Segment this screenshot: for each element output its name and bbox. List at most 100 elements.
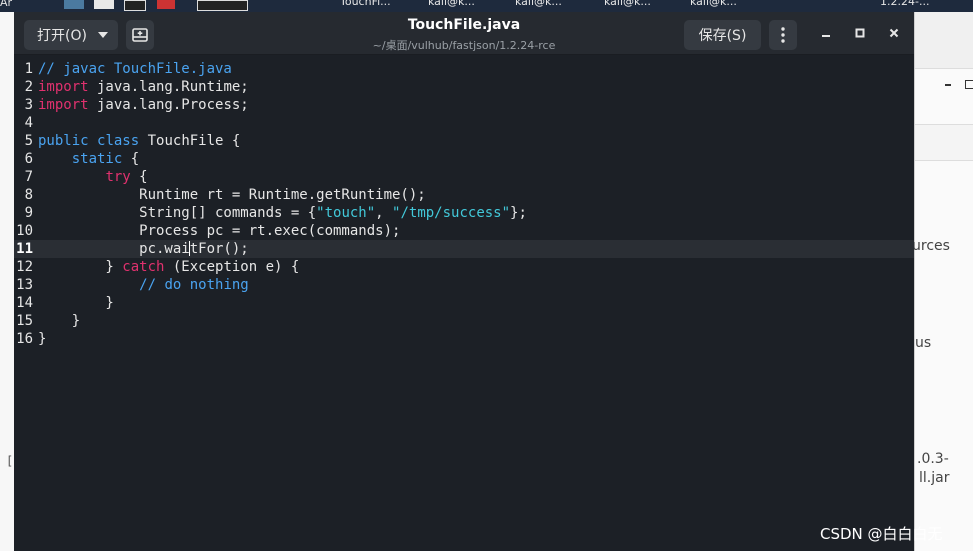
taskbar-active-window-icon[interactable] — [197, 0, 248, 11]
code-token: // javac TouchFile.java — [38, 61, 232, 77]
code-text[interactable]: Runtime rt = Runtime.getRuntime(); — [38, 186, 426, 204]
line-number: 5 — [24, 133, 33, 149]
code-text[interactable]: // do nothing — [38, 276, 249, 294]
code-text[interactable]: // javac TouchFile.java — [38, 60, 232, 78]
code-token: static — [71, 151, 123, 167]
code-text[interactable]: } catch (Exception e) { — [38, 258, 299, 276]
code-line[interactable]: 1 // javac TouchFile.java — [14, 60, 914, 78]
line-number: 16 — [16, 331, 33, 347]
code-token: Runtime rt = Runtime.getRuntime(); — [38, 187, 426, 203]
line-number: 1 — [24, 61, 33, 77]
code-line[interactable]: 6 static { — [14, 150, 914, 168]
taskbar-window-item[interactable]: kali@k... — [515, 0, 562, 12]
code-text[interactable]: pc.waitFor(); — [38, 240, 249, 258]
code-token: import — [38, 79, 89, 95]
taskbar-launcher-icon[interactable] — [124, 0, 146, 11]
code-text[interactable]: try { — [38, 168, 148, 186]
code-line[interactable]: 15 } — [14, 312, 914, 330]
code-editor-area[interactable]: 1 // javac TouchFile.java 2 import java.lan… — [14, 54, 914, 551]
background-text-fragment: .0.3- — [917, 451, 949, 467]
maximize-icon — [855, 28, 865, 38]
code-token: TouchFile { — [139, 133, 241, 149]
code-token: pc.wai — [38, 241, 190, 257]
code-line[interactable]: 3 import java.lang.Process; — [14, 96, 914, 114]
line-number: 15 — [16, 313, 33, 329]
code-token: java.lang.Runtime; — [88, 79, 249, 95]
line-number: 10 — [16, 223, 33, 239]
taskbar-window-item[interactable]: TouchFi... — [340, 0, 391, 12]
code-line[interactable]: 5 public class TouchFile { — [14, 132, 914, 150]
taskbar-window-item[interactable]: 1.2.24-... — [880, 0, 929, 12]
code-text[interactable]: Process pc = rt.exec(commands); — [38, 222, 400, 240]
code-token: { — [122, 151, 140, 167]
line-number: 7 — [24, 169, 33, 185]
taskbar-app-label[interactable]: Ar — [0, 0, 12, 12]
code-token: } — [38, 313, 81, 329]
code-token: , — [375, 205, 393, 221]
save-button[interactable]: 保存(S) — [684, 20, 761, 50]
main-menu-button[interactable] — [769, 20, 797, 50]
code-line[interactable]: 9 String[] commands = {"touch", "/tmp/su… — [14, 204, 914, 222]
minimize-icon[interactable] — [945, 84, 951, 86]
code-token: (Exception e) { — [164, 259, 300, 275]
new-tab-icon — [132, 28, 148, 42]
taskbar-window-item[interactable]: kali@k... — [690, 0, 737, 12]
code-token: } — [38, 259, 123, 275]
close-button[interactable] — [885, 24, 903, 42]
code-token: { — [130, 169, 148, 185]
line-number: 12 — [16, 259, 33, 275]
line-number: 9 — [24, 205, 33, 221]
taskbar-window-item[interactable]: kali@k... — [428, 0, 475, 12]
code-line[interactable]: 8 Runtime rt = Runtime.getRuntime(); — [14, 186, 914, 204]
line-number: 2 — [24, 79, 33, 95]
code-line[interactable]: 13 // do nothing — [14, 276, 914, 294]
taskbar-launcher-icon[interactable] — [157, 0, 175, 9]
code-text[interactable]: } — [38, 294, 114, 312]
background-window-left: [ — [0, 12, 14, 551]
code-token: try — [105, 169, 131, 185]
code-line[interactable]: 12 } catch (Exception e) { — [14, 258, 914, 276]
maximize-button[interactable] — [851, 24, 869, 42]
code-text[interactable]: } — [38, 330, 46, 348]
code-line[interactable]: 2 import java.lang.Runtime; — [14, 78, 914, 96]
minimize-button[interactable] — [817, 24, 835, 42]
code-line[interactable]: 14 } — [14, 294, 914, 312]
code-token: Process pc = rt.exec(commands); — [38, 223, 401, 239]
code-line[interactable]: 10 Process pc = rt.exec(commands); — [14, 222, 914, 240]
code-token: // do nothing — [139, 277, 249, 293]
minimize-icon — [822, 35, 830, 37]
code-token: import — [38, 97, 89, 113]
code-text[interactable]: import java.lang.Process; — [38, 96, 249, 114]
maximize-icon[interactable] — [965, 80, 973, 89]
code-text[interactable]: import java.lang.Runtime; — [38, 78, 249, 96]
code-token: String[] commands = { — [38, 205, 317, 221]
code-token: } — [38, 295, 114, 311]
new-document-button[interactable] — [126, 20, 154, 50]
code-text[interactable]: String[] commands = {"touch", "/tmp/succ… — [38, 204, 527, 222]
background-window-right: urces us .0.3- ll.jar — [912, 12, 973, 551]
code-token: java.lang.Process; — [88, 97, 249, 113]
watermark: CSDN @白白白无 — [820, 525, 943, 543]
close-icon — [889, 28, 899, 38]
code-line[interactable]: 7 try { — [14, 168, 914, 186]
code-token: public — [38, 133, 89, 149]
code-line[interactable]: 16} — [14, 330, 914, 348]
open-file-button[interactable]: 打开(O) — [24, 20, 118, 50]
code-text[interactable]: } — [38, 312, 80, 330]
code-text[interactable]: public class TouchFile { — [38, 132, 240, 150]
background-text-fragment: us — [915, 335, 932, 351]
code-token: catch — [122, 259, 165, 275]
code-line[interactable]: 4 — [14, 114, 914, 132]
code-token: }; — [510, 205, 527, 221]
taskbar-launcher-icon[interactable] — [64, 0, 84, 9]
line-number: 14 — [16, 295, 33, 311]
taskbar-launcher-icon[interactable] — [94, 0, 114, 9]
code-token: } — [38, 331, 47, 347]
code-text[interactable]: static { — [38, 150, 139, 168]
code-line[interactable]: 11 pc.waitFor(); — [14, 240, 914, 258]
line-number: 13 — [16, 277, 33, 293]
background-window-header — [915, 12, 973, 69]
taskbar-window-item[interactable]: kali@k... — [604, 0, 651, 12]
